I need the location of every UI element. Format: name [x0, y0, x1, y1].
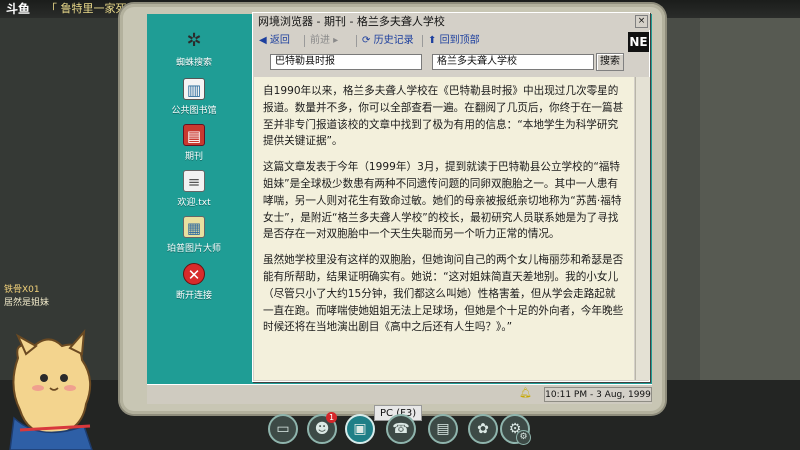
desktop-icon-welcome-txt[interactable]: ≡ 欢迎.txt	[149, 170, 239, 208]
desktop-icon-label: 欢迎.txt	[177, 198, 211, 208]
toolbar-divider	[356, 35, 357, 47]
back-button[interactable]: ◀ 返回	[257, 32, 292, 50]
history-button[interactable]: ⟳ 历史记录	[360, 32, 416, 50]
history-icon: ⟳	[362, 35, 371, 46]
chat-text: 居然是姐妹	[4, 298, 50, 308]
source-field[interactable]: 巴特勒县时报	[270, 54, 422, 70]
browser-title: 网境浏览器 - 期刊 - 格兰多夫聋人学校	[258, 15, 445, 28]
desktop-icon-journal[interactable]: ▤ 期刊	[149, 124, 239, 162]
disconnect-icon: ✕	[183, 263, 205, 285]
stream-logo: 斗鱼	[6, 2, 31, 16]
mascot-illustration	[9, 329, 93, 450]
close-icon[interactable]: ×	[635, 15, 648, 28]
browser-title-bar: 网境浏览器 - 期刊 - 格兰多夫聋人学校 ×	[254, 14, 650, 30]
browser-toolbar: ◀ 返回 前进 ▸ ⟳ 历史记录 ⬆ 回到顶部	[254, 32, 650, 50]
toolbar-divider	[304, 35, 305, 47]
back-to-top-button[interactable]: ⬆ 回到顶部	[426, 32, 482, 50]
map-icon[interactable]: ▭	[268, 414, 298, 444]
chat-username: 铁骨X01	[4, 285, 40, 295]
browser-window: 网境浏览器 - 期刊 - 格兰多夫聋人学校 × ◀ 返回 前进 ▸ ⟳ 历史记录…	[252, 12, 650, 382]
pc-icon[interactable]: ▣	[345, 414, 375, 444]
toolbar-divider	[422, 35, 423, 47]
history-label: 历史记录	[373, 35, 414, 46]
desktop-icon-label: 公共图书馆	[171, 106, 217, 116]
article-paragraph: 这篇文章发表于今年（1999年）3月，提到就读于巴特勒县公立学校的“福特姐妹”是…	[263, 161, 622, 241]
back-to-top-label: 回到顶部	[439, 35, 480, 46]
ne-logo-badge: NE	[628, 32, 649, 52]
journal-icon: ▤	[183, 124, 205, 146]
library-icon: ▥	[183, 78, 205, 100]
bell-icon[interactable]: 🔔︎	[519, 388, 532, 399]
taskbar-clock: 10:11 PM - 3 Aug, 1999	[544, 387, 652, 402]
desktop-icon-disconnect[interactable]: ✕ 断开连接	[149, 263, 239, 301]
desktop-icon-label: 珀普图片大师	[166, 244, 221, 254]
spider-icon: ✲	[186, 30, 202, 51]
brain-icon[interactable]: ✿	[468, 414, 498, 444]
notification-badge: 1	[326, 412, 337, 423]
gear-icon[interactable]: ⚙	[516, 430, 531, 445]
text-file-icon: ≡	[183, 170, 205, 192]
article-paragraph: 自1990年以来，格兰多夫聋人学校在《巴特勒县时报》中出现过几次零星的报道。数量…	[263, 85, 624, 148]
phone-icon[interactable]: ☎	[386, 414, 416, 444]
desktop-icon-label: 蜘蛛搜索	[175, 58, 212, 68]
notes-icon[interactable]: ▤	[428, 414, 458, 444]
arrow-up-icon: ⬆	[428, 35, 437, 46]
desktop-icon-label: 断开连接	[175, 291, 212, 301]
forward-button[interactable]: 前进 ▸	[308, 32, 340, 50]
search-bar: 巴特勒县时报 格兰多夫聋人学校 搜索	[254, 51, 650, 75]
image-editor-icon: ▦	[183, 216, 205, 238]
scrollbar[interactable]	[635, 77, 650, 380]
article-content: 自1990年以来，格兰多夫聋人学校在《巴特勒县时报》中出现过几次零星的报道。数量…	[254, 77, 634, 380]
desktop-icon-library[interactable]: ▥ 公共图书馆	[149, 78, 239, 116]
desktop-icon-spider-search[interactable]: ✲ 蜘蛛搜索	[149, 30, 239, 68]
desktop-icon-label: 期刊	[184, 152, 203, 162]
search-button[interactable]: 搜索	[596, 53, 624, 71]
query-field[interactable]: 格兰多夫聋人学校	[432, 54, 594, 70]
chat-message: 铁骨X01 居然是姐妹	[4, 284, 49, 310]
desktop-icon-image-master[interactable]: ▦ 珀普图片大师	[149, 216, 239, 254]
article-paragraph: 虽然她学校里没有这样的双胞胎，但她询问自己的两个女儿梅丽莎和希瑟是否能有所帮助，…	[263, 254, 624, 334]
